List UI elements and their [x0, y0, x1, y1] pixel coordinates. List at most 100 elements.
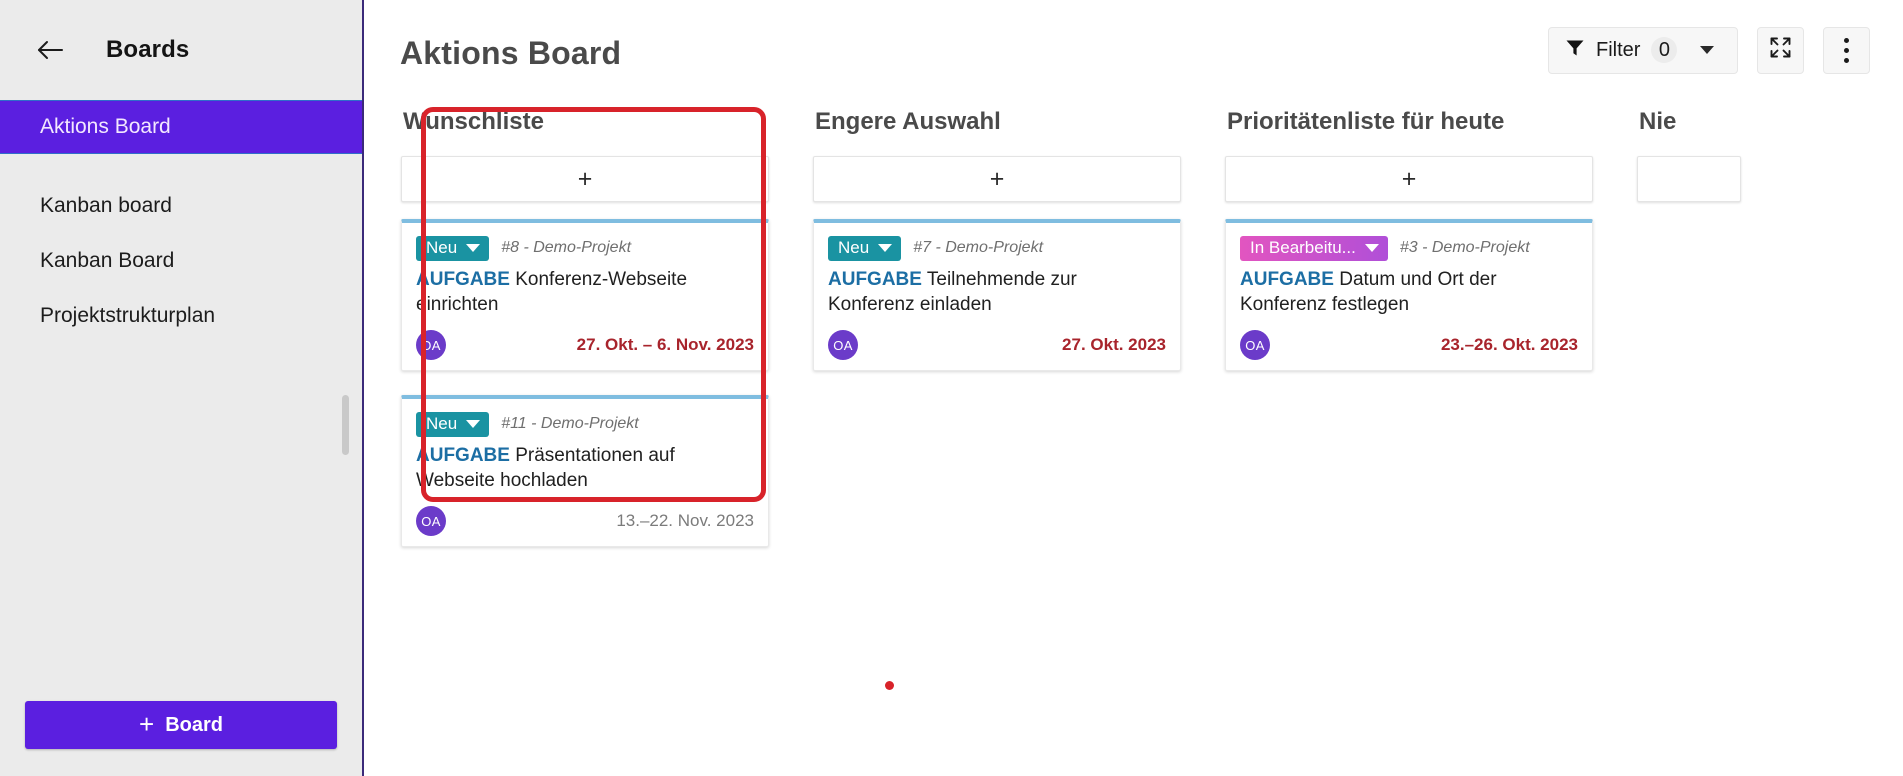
avatar[interactable]: OA: [416, 506, 446, 536]
card-ref-project: - Demo-Projekt: [531, 415, 639, 432]
card-meta: In Bearbeitu... #3 - Demo-Projekt: [1240, 235, 1578, 261]
board-columns: Wunschliste + Neu #8 - Demo-Projekt: [364, 100, 1903, 776]
sidebar-header: Boards: [0, 0, 362, 100]
board-column-prioritaetenliste: Prioritätenliste für heute + In Bearbeit…: [1215, 100, 1627, 395]
column-title: Engere Auswahl: [803, 100, 1189, 156]
sidebar-scrollbar-thumb[interactable]: [342, 395, 349, 455]
card-ref-id: #7: [913, 239, 931, 256]
sidebar-item-kanban-board-upper[interactable]: Kanban Board: [0, 234, 362, 288]
task-card[interactable]: In Bearbeitu... #3 - Demo-Projekt AUFGAB…: [1225, 219, 1593, 371]
card-due-date: 23.–26. Okt. 2023: [1441, 335, 1578, 355]
filter-button[interactable]: Filter 0: [1548, 27, 1738, 74]
card-reference: #3 - Demo-Projekt: [1400, 239, 1530, 257]
column-title: Prioritätenliste für heute: [1215, 100, 1601, 156]
board-column-nie: Nie: [1627, 100, 1775, 202]
column-card-list: Neu #8 - Demo-Projekt AUFGABE Konferenz-…: [391, 219, 777, 547]
chevron-down-icon: [878, 244, 892, 252]
sidebar-item-projektstrukturplan[interactable]: Projektstrukturplan: [0, 289, 362, 343]
card-ref-project: - Demo-Projekt: [1422, 239, 1530, 256]
red-pointer-dot: [885, 681, 894, 690]
sidebar-board-list: Aktions Board Kanban board Kanban Board …: [0, 100, 362, 701]
more-options-button[interactable]: [1823, 27, 1870, 74]
card-due-date: 13.–22. Nov. 2023: [616, 511, 754, 531]
sidebar-item-kanban-board-lower[interactable]: Kanban board: [0, 179, 362, 233]
sidebar: Boards Aktions Board Kanban board Kanban…: [0, 0, 364, 776]
card-type-label: AUFGABE: [828, 269, 922, 290]
sidebar-item-label: Aktions Board: [40, 115, 171, 139]
card-ref-project: - Demo-Projekt: [935, 239, 1043, 256]
page-title: Aktions Board: [400, 29, 621, 72]
status-badge-label: In Bearbeitu...: [1250, 238, 1356, 258]
sidebar-title: Boards: [106, 36, 189, 64]
card-ref-id: #11: [501, 415, 527, 432]
sidebar-footer: + Board: [0, 701, 362, 776]
card-reference: #7 - Demo-Projekt: [913, 239, 1043, 257]
card-reference: #11 - Demo-Projekt: [501, 415, 639, 433]
status-badge-label: Neu: [426, 238, 457, 258]
avatar[interactable]: OA: [828, 330, 858, 360]
add-board-label: Board: [165, 714, 223, 737]
kebab-menu-icon: [1844, 38, 1849, 63]
back-arrow-icon[interactable]: [36, 36, 64, 64]
main-content: Aktions Board Filter 0: [364, 0, 1903, 776]
card-due-date: 27. Okt. – 6. Nov. 2023: [577, 335, 754, 355]
status-badge[interactable]: Neu: [828, 236, 901, 261]
kanban-app: Boards Aktions Board Kanban board Kanban…: [0, 0, 1903, 776]
card-title: AUFGABE Datum und Ort der Konferenz fest…: [1240, 267, 1578, 317]
avatar[interactable]: OA: [416, 330, 446, 360]
add-board-button[interactable]: + Board: [25, 701, 337, 749]
toolbar-actions: Filter 0: [1548, 27, 1870, 74]
status-badge[interactable]: Neu: [416, 236, 489, 261]
task-card[interactable]: Neu #8 - Demo-Projekt AUFGABE Konferenz-…: [401, 219, 769, 371]
card-meta: Neu #7 - Demo-Projekt: [828, 235, 1166, 261]
fullscreen-button[interactable]: [1757, 27, 1804, 74]
chevron-down-icon[interactable]: [1700, 46, 1714, 54]
card-footer: OA 23.–26. Okt. 2023: [1240, 330, 1578, 360]
card-title: AUFGABE Teilnehmende zur Konferenz einla…: [828, 267, 1166, 317]
top-toolbar: Aktions Board Filter 0: [364, 0, 1903, 100]
add-card-button[interactable]: +: [401, 156, 769, 202]
card-ref-id: #3: [1400, 239, 1418, 256]
sidebar-item-label: Kanban board: [40, 194, 172, 218]
sidebar-item-label: Kanban Board: [40, 249, 174, 273]
card-meta: Neu #8 - Demo-Projekt: [416, 235, 754, 261]
card-meta: Neu #11 - Demo-Projekt: [416, 411, 754, 437]
chevron-down-icon: [1365, 244, 1379, 252]
card-type-label: AUFGABE: [1240, 269, 1334, 290]
filter-count-badge: 0: [1651, 37, 1677, 63]
card-ref-id: #8: [501, 239, 519, 256]
sidebar-item-aktions-board[interactable]: Aktions Board: [0, 100, 362, 154]
status-badge-label: Neu: [426, 414, 457, 434]
sidebar-item-label: Projektstrukturplan: [40, 304, 215, 328]
column-card-list: Neu #7 - Demo-Projekt AUFGABE Teilnehmen…: [803, 219, 1189, 371]
card-ref-project: - Demo-Projekt: [523, 239, 631, 256]
card-title: AUFGABE Präsentationen auf Webseite hoch…: [416, 443, 754, 493]
plus-icon: +: [139, 711, 154, 737]
chevron-down-icon: [466, 420, 480, 428]
board-column-wunschliste: Wunschliste + Neu #8 - Demo-Projekt: [391, 100, 803, 571]
add-card-button[interactable]: +: [1225, 156, 1593, 202]
task-card[interactable]: Neu #11 - Demo-Projekt AUFGABE Präsentat…: [401, 395, 769, 547]
chevron-down-icon: [466, 244, 480, 252]
card-due-date: 27. Okt. 2023: [1062, 335, 1166, 355]
column-card-list: In Bearbeitu... #3 - Demo-Projekt AUFGAB…: [1215, 219, 1601, 371]
filter-label: Filter: [1596, 39, 1640, 62]
column-title: Nie: [1627, 100, 1749, 156]
card-footer: OA 13.–22. Nov. 2023: [416, 506, 754, 536]
add-card-button[interactable]: [1637, 156, 1741, 202]
board-column-engere-auswahl: Engere Auswahl + Neu #7 - Demo-Projekt: [803, 100, 1215, 395]
card-title: AUFGABE Konferenz-Webseite einrichten: [416, 267, 754, 317]
task-card[interactable]: Neu #7 - Demo-Projekt AUFGABE Teilnehmen…: [813, 219, 1181, 371]
card-footer: OA 27. Okt. – 6. Nov. 2023: [416, 330, 754, 360]
avatar[interactable]: OA: [1240, 330, 1270, 360]
column-title: Wunschliste: [391, 100, 777, 156]
status-badge[interactable]: In Bearbeitu...: [1240, 236, 1388, 261]
card-reference: #8 - Demo-Projekt: [501, 239, 631, 257]
funnel-icon: [1565, 38, 1585, 63]
card-footer: OA 27. Okt. 2023: [828, 330, 1166, 360]
status-badge-label: Neu: [838, 238, 869, 258]
card-type-label: AUFGABE: [416, 445, 510, 466]
add-card-button[interactable]: +: [813, 156, 1181, 202]
status-badge[interactable]: Neu: [416, 412, 489, 437]
expand-fullscreen-icon: [1769, 36, 1792, 64]
